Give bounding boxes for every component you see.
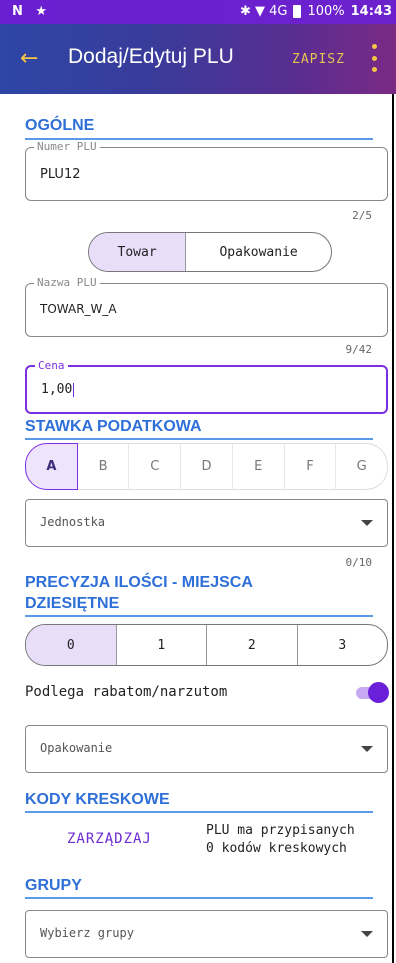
precision-title-line2: DZIESIĘTNE [25, 595, 120, 612]
price-value: 1,00 [41, 382, 73, 397]
discounts-switch[interactable] [356, 682, 389, 703]
type-option-towar[interactable]: Towar [89, 233, 187, 271]
dropdown-arrow-icon [361, 520, 373, 526]
section-divider [25, 438, 373, 440]
tax-option-a[interactable]: A [25, 443, 78, 490]
plu-name-counter: 9/42 [345, 343, 373, 356]
groups-dropdown[interactable]: Wybierz grupy [25, 910, 388, 958]
barcode-info-line2: 0 kodów kreskowych [206, 841, 347, 856]
barcode-info-line1: PLU ma przypisanych [206, 823, 355, 838]
tax-option-b[interactable]: B [77, 443, 130, 490]
plu-name-field[interactable]: Nazwa PLU TOWAR_W_A [25, 276, 388, 337]
save-button[interactable]: ZAPISZ [292, 52, 345, 67]
manage-barcodes-button[interactable]: ZARZĄDZAJ [67, 831, 152, 847]
precision-option-1[interactable]: 1 [117, 625, 207, 665]
tax-option-e[interactable]: E [232, 443, 285, 490]
section-barcodes-title: KODY KRESKOWE [25, 791, 170, 808]
status-left-icons: N ★ [12, 4, 52, 19]
tax-option-f[interactable]: F [284, 443, 337, 490]
precision-option-3[interactable]: 3 [298, 625, 388, 665]
packaging-dropdown[interactable]: Opakowanie [25, 725, 388, 773]
precision-option-0[interactable]: 0 [26, 625, 117, 665]
dropdown-arrow-icon [361, 746, 373, 752]
type-toggle: Towar Opakowanie [88, 232, 332, 272]
plu-number-value: PLU12 [40, 167, 81, 182]
plu-number-counter: 2/5 [352, 209, 372, 222]
status-bar: N ★ ✱ ▼ 4G 100% 14:43 [0, 0, 396, 24]
unit-counter: 0/10 [345, 556, 373, 569]
app-bar: ← Dodaj/Edytuj PLU ZAPISZ [0, 24, 396, 94]
section-divider [25, 897, 373, 899]
plu-name-label: Nazwa PLU [34, 276, 100, 289]
switch-knob [368, 682, 389, 703]
unit-dropdown-text: Jednostka [40, 515, 106, 529]
more-vertical-icon[interactable] [372, 44, 378, 72]
plu-name-value: TOWAR_W_A [40, 302, 117, 316]
page-title: Dodaj/Edytuj PLU [68, 45, 234, 68]
status-right: ✱ ▼ 4G 100% 14:43 [240, 4, 392, 19]
packaging-dropdown-text: Opakowanie [40, 741, 113, 755]
clock: 14:43 [350, 4, 392, 19]
section-tax-title: STAWKA PODATKOWA [25, 418, 202, 435]
price-field[interactable]: Cena 1,00 [25, 359, 388, 414]
groups-dropdown-text: Wybierz grupy [40, 926, 134, 940]
precision-selector: 0 1 2 3 [25, 624, 388, 666]
tax-rate-selector: A B C D E F G [25, 443, 389, 490]
section-precision-title: PRECYZJA ILOŚCI - MIEJSCA DZIESIĘTNE [25, 572, 253, 614]
section-divider [25, 811, 373, 813]
dropdown-arrow-icon [361, 931, 373, 937]
plu-number-field[interactable]: Numer PLU PLU12 [25, 140, 388, 201]
type-option-opakowanie[interactable]: Opakowanie [186, 233, 331, 271]
battery-icon [293, 5, 302, 18]
unit-dropdown[interactable]: Jednostka [25, 499, 388, 547]
tax-option-g[interactable]: G [336, 443, 389, 490]
battery-level: 100% [307, 4, 345, 19]
scroll-edge [392, 94, 394, 963]
section-general-title: OGÓLNE [25, 117, 95, 134]
plu-number-label: Numer PLU [34, 140, 100, 153]
signal-icons: ✱ ▼ 4G [239, 4, 288, 19]
arrow-left-icon[interactable]: ← [20, 46, 38, 71]
barcode-info: PLU ma przypisanych 0 kodów kreskowych [206, 822, 355, 858]
precision-title-line1: PRECYZJA ILOŚCI - MIEJSCA [25, 574, 253, 591]
price-label: Cena [35, 359, 68, 372]
tax-option-c[interactable]: C [129, 443, 182, 490]
section-divider [25, 615, 373, 617]
section-groups-title: GRUPY [25, 877, 82, 894]
discounts-label: Podlega rabatom/narzutom [25, 684, 228, 700]
precision-option-2[interactable]: 2 [207, 625, 298, 665]
tax-option-d[interactable]: D [181, 443, 233, 490]
text-cursor [73, 382, 75, 397]
